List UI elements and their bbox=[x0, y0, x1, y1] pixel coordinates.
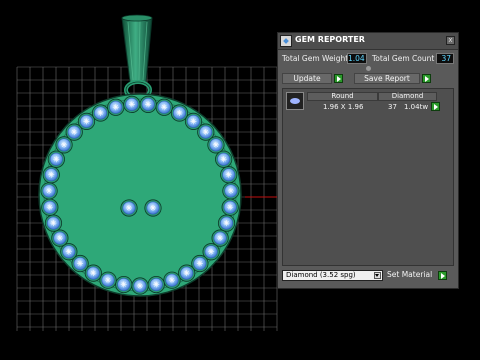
gem-reporter-app-icon bbox=[280, 35, 292, 47]
gem-stone bbox=[40, 182, 58, 200]
gem-stone bbox=[147, 275, 165, 294]
close-button[interactable]: x bbox=[446, 36, 455, 45]
column-header-material: Diamond bbox=[378, 92, 437, 101]
gem-stone bbox=[123, 95, 141, 113]
chevron-down-icon[interactable] bbox=[374, 272, 381, 279]
set-material-arrow-icon[interactable] bbox=[438, 271, 447, 280]
gem-stone bbox=[41, 198, 59, 216]
gem-stone bbox=[51, 229, 69, 247]
gem-weight-cell: 1.04tw bbox=[404, 103, 429, 111]
gem-stone bbox=[47, 150, 65, 168]
gem-stone bbox=[178, 264, 196, 282]
update-arrow-icon[interactable] bbox=[334, 74, 343, 83]
round-diamond-icon bbox=[286, 92, 304, 110]
gem-stone bbox=[42, 166, 60, 184]
material-select[interactable]: Diamond (3.52 spg) bbox=[282, 270, 383, 281]
gem-stone bbox=[77, 112, 96, 130]
total-gem-count-label: Total Gem Count bbox=[372, 54, 435, 63]
column-header-shape: Round bbox=[307, 92, 378, 101]
panel-title: GEM REPORTER bbox=[295, 35, 365, 44]
total-gem-weight-value: 1.04 bbox=[347, 53, 367, 64]
gem-stone bbox=[131, 277, 149, 295]
gem-stone bbox=[99, 271, 117, 289]
gem-stone bbox=[115, 275, 133, 294]
gem-stone bbox=[207, 136, 225, 154]
gem-stone bbox=[144, 199, 162, 217]
total-gem-weight-label: Total Gem Weight bbox=[282, 54, 349, 63]
gem-list: Round Diamond 1.96 X 1.96 37 1.04tw bbox=[282, 88, 454, 266]
gem-stone bbox=[107, 98, 125, 116]
gem-stone bbox=[120, 199, 138, 217]
material-select-value: Diamond (3.52 spg) bbox=[286, 271, 356, 279]
gem-reporter-panel: GEM REPORTER x Total Gem Weight 1.04 Tot… bbox=[277, 32, 459, 289]
gem-stone bbox=[91, 104, 110, 122]
gem-stone bbox=[163, 271, 181, 289]
pendant-disc bbox=[38, 93, 242, 297]
save-report-arrow-icon[interactable] bbox=[422, 74, 431, 83]
update-button[interactable]: Update bbox=[282, 73, 332, 84]
gem-size-cell: 1.96 X 1.96 bbox=[323, 103, 364, 111]
gem-stone bbox=[44, 214, 63, 232]
gem-stone bbox=[215, 150, 233, 168]
gem-stone bbox=[220, 166, 238, 184]
panel-titlebar[interactable]: GEM REPORTER x bbox=[278, 33, 458, 50]
gem-count-cell: 37 bbox=[388, 103, 397, 111]
total-gem-count-value: 37 bbox=[436, 53, 454, 64]
gem-stone bbox=[217, 214, 236, 232]
divider-handle bbox=[366, 66, 371, 71]
gem-row-arrow-icon[interactable] bbox=[431, 102, 440, 111]
set-material-button[interactable]: Set Material bbox=[387, 270, 436, 281]
gem-stone bbox=[155, 98, 173, 116]
gem-stone bbox=[222, 182, 240, 200]
gem-stone bbox=[170, 104, 189, 122]
gem-stone bbox=[221, 198, 239, 216]
save-report-button[interactable]: Save Report bbox=[354, 73, 420, 84]
gem-stone bbox=[139, 95, 157, 113]
